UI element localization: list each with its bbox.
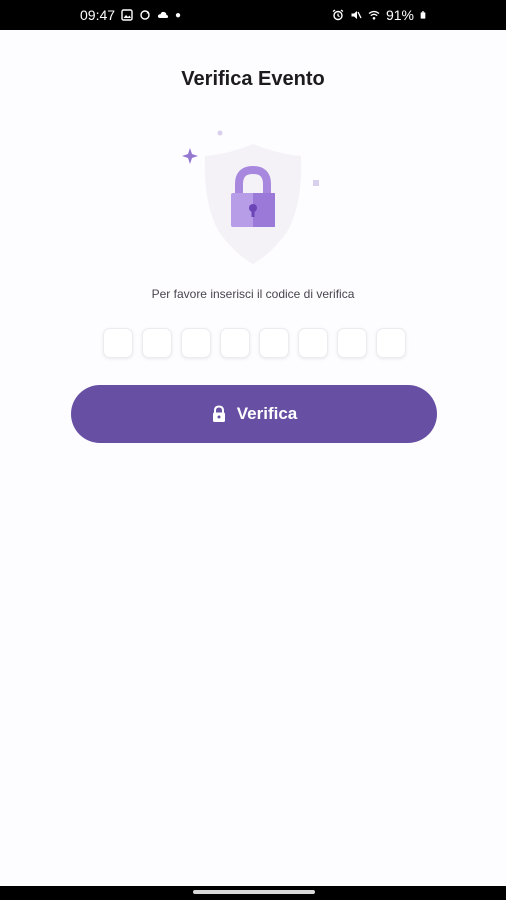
code-digit-1[interactable] (103, 328, 133, 358)
home-gesture-handle[interactable] (193, 890, 315, 894)
status-right: 91% (332, 7, 428, 23)
cloud-icon (157, 11, 169, 18)
navigation-bar (0, 886, 506, 900)
verify-button[interactable]: Verifica (71, 385, 437, 443)
status-bar: 09:47 ● 91% (0, 0, 506, 30)
verification-prompt: Per favore inserisci il codice di verifi… (151, 287, 355, 301)
page-title: Verifica Evento (181, 68, 325, 90)
code-digit-8[interactable] (376, 328, 406, 358)
wifi-icon (368, 10, 380, 20)
dot-icon: ● (175, 9, 182, 21)
code-digit-5[interactable] (259, 328, 289, 358)
code-digit-2[interactable] (142, 328, 172, 358)
mute-icon (351, 11, 362, 19)
sparkle-icon (182, 148, 198, 164)
status-left: 09:47 ● (80, 7, 181, 23)
code-digit-7[interactable] (337, 328, 367, 358)
status-time: 09:47 (80, 7, 116, 23)
sync-icon (140, 10, 150, 20)
battery-icon (420, 11, 426, 19)
sparkle-dot-icon (217, 130, 223, 136)
verification-code-input[interactable] (103, 328, 406, 358)
padlock-shield-illustration (182, 130, 319, 264)
code-digit-6[interactable] (298, 328, 328, 358)
lock-icon (212, 405, 225, 422)
battery-percentage: 91% (385, 7, 414, 23)
alarm-icon (332, 9, 344, 21)
verify-button-label: Verifica (236, 404, 298, 423)
code-digit-4[interactable] (220, 328, 250, 358)
sparkle-square-icon (313, 180, 319, 186)
gallery-icon (121, 9, 133, 21)
code-digit-3[interactable] (181, 328, 211, 358)
verification-screen: Verifica Evento Per favore inserisci il … (0, 30, 506, 886)
